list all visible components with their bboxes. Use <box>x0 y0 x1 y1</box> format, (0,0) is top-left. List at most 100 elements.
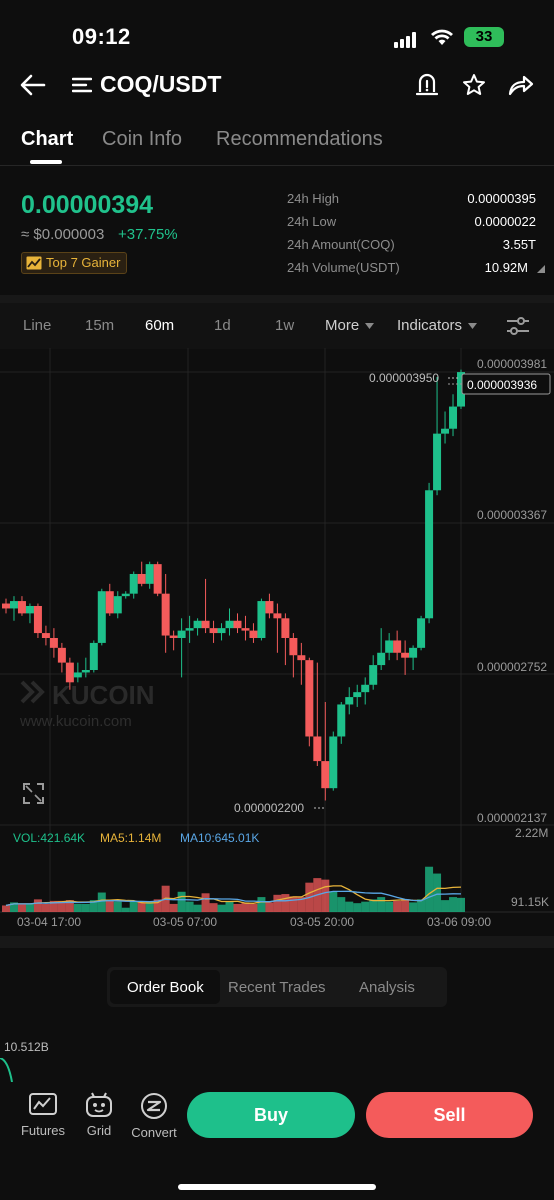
candle-body <box>289 637 298 656</box>
volume-bar <box>81 903 90 912</box>
candle-body <box>113 596 122 614</box>
status-time: 09:12 <box>72 24 131 49</box>
candle-body <box>201 620 210 629</box>
gainer-badge[interactable]: Top 7 Gainer <box>21 252 128 274</box>
dropdown-caret-icon <box>365 323 375 330</box>
trend-up-icon <box>26 256 42 270</box>
candle-body <box>353 692 362 698</box>
divider <box>0 295 554 303</box>
depth-value: 10.512B <box>4 1040 49 1054</box>
stat-value-24h-volume: 10.92M <box>484 260 528 275</box>
price-alert-icon[interactable] <box>416 72 438 98</box>
current-price-tag: 0.000003936 <box>448 373 551 395</box>
volume-bar <box>337 897 346 912</box>
candle-body <box>145 564 154 584</box>
volume-bar <box>233 903 242 912</box>
time-axis-label: 03-05 07:00 <box>153 915 217 929</box>
volume-bar <box>353 903 362 912</box>
convert-icon <box>141 1093 167 1119</box>
chart-settings-sliders-icon[interactable] <box>506 316 530 336</box>
tab-order-book[interactable]: Order Book <box>127 979 204 996</box>
low-marker: 0.000002200 <box>234 801 304 815</box>
price-axis-label: 0.000003981 <box>477 357 547 371</box>
watermark: KUCOIN www.kucoin.com <box>19 680 155 730</box>
change-percent: +37.75% <box>118 226 178 243</box>
depth-chart-edge <box>0 1058 13 1082</box>
volume-bar <box>41 903 50 912</box>
kucoin-logo-icon <box>20 680 45 704</box>
volume-axis-max: 2.22M <box>515 826 548 840</box>
timeframe-1w[interactable]: 1w <box>275 317 294 334</box>
volume-bar <box>321 879 330 912</box>
candle-body <box>177 630 186 638</box>
candle-body <box>273 613 282 619</box>
stat-value-24h-amount: 3.55T <box>502 237 536 252</box>
candle-body <box>153 564 162 594</box>
nav-grid-label: Grid <box>86 1123 112 1138</box>
nav-convert[interactable]: Convert <box>124 1092 184 1140</box>
timeframe-15m[interactable]: 15m <box>85 317 114 334</box>
candle-body <box>233 620 242 629</box>
candles-group <box>2 369 465 801</box>
grid-bot-icon <box>86 1092 112 1117</box>
time-axis-label: 03-05 20:00 <box>290 915 354 929</box>
tab-recent-trades[interactable]: Recent Trades <box>228 979 326 996</box>
candle-body <box>377 652 386 666</box>
candle-body <box>209 628 218 634</box>
share-icon[interactable] <box>508 74 534 96</box>
volume-bar <box>433 873 442 912</box>
tab-chart[interactable]: Chart <box>21 128 73 151</box>
corner-triangle-icon <box>537 265 545 273</box>
candle-body <box>265 601 274 614</box>
timeframe-more[interactable]: More <box>325 317 375 334</box>
volume-bar <box>281 894 290 912</box>
nav-futures[interactable]: Futures <box>13 1092 73 1138</box>
volume-bars-group <box>2 866 465 912</box>
volume-bar <box>257 897 266 912</box>
volume-bar <box>377 897 386 912</box>
candle-body <box>49 637 58 648</box>
tab-recommendations[interactable]: Recommendations <box>216 128 383 151</box>
last-price: 0.00000394 <box>21 191 154 219</box>
timeframe-60m[interactable]: 60m <box>145 317 174 334</box>
volume-bar <box>177 891 186 912</box>
indicators-dropdown[interactable]: Indicators <box>397 317 478 334</box>
volume-bar <box>137 902 146 912</box>
timeframe-more-label: More <box>325 317 360 334</box>
candle-body <box>17 601 26 614</box>
nav-grid[interactable]: Grid <box>69 1092 129 1138</box>
stat-label-24h-volume: 24h Volume(USDT) <box>287 260 400 275</box>
volume-bar <box>169 903 178 912</box>
favorite-star-icon[interactable] <box>462 73 486 97</box>
battery-level: 33 <box>475 28 493 45</box>
candle-body <box>409 647 418 658</box>
sell-button[interactable]: Sell <box>366 1092 533 1138</box>
candle-body <box>193 620 202 629</box>
candle-body <box>161 593 170 636</box>
pair-title[interactable]: COQ/USDT <box>100 71 221 98</box>
timeframe-line[interactable]: Line <box>23 317 51 334</box>
buy-button[interactable]: Buy <box>187 1092 355 1138</box>
divider <box>0 165 554 166</box>
back-arrow-icon[interactable] <box>20 74 46 96</box>
volume-bar <box>449 897 458 912</box>
volume-bar <box>401 899 410 912</box>
menu-list-icon[interactable] <box>72 76 92 94</box>
candle-body <box>321 761 330 789</box>
timeframe-1d[interactable]: 1d <box>214 317 231 334</box>
volume-bar <box>2 905 10 912</box>
tab-coin-info[interactable]: Coin Info <box>102 128 182 151</box>
tab-analysis[interactable]: Analysis <box>359 979 415 996</box>
legend-ma10: MA10:645.01K <box>180 831 259 845</box>
fullscreen-expand-icon[interactable] <box>23 783 44 804</box>
volume-bar <box>361 901 370 912</box>
cellular-signal-icon <box>394 30 418 48</box>
current-price-tag-value: 0.000003936 <box>467 378 537 392</box>
candlestick-chart[interactable]: KUCOIN www.kucoin.com 0.000003981 0.0000… <box>0 348 554 938</box>
volume-bar <box>329 891 338 912</box>
volume-bar <box>225 901 234 912</box>
candle-body <box>57 647 66 663</box>
candle-body <box>361 684 370 693</box>
candle-body <box>369 665 378 685</box>
volume-bar <box>113 901 122 912</box>
